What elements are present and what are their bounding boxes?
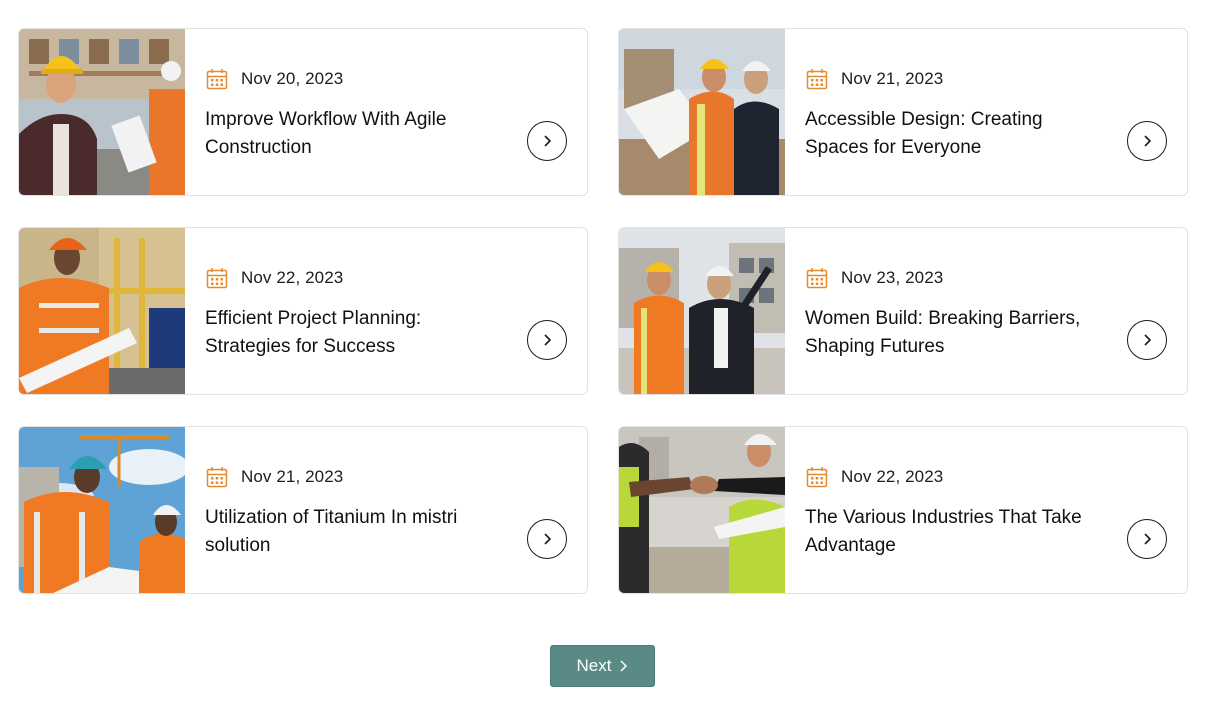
chevron-right-icon (1144, 334, 1152, 346)
blog-card-date: Nov 20, 2023 (241, 69, 344, 88)
blog-card-image[interactable] (19, 29, 185, 195)
calendar-icon (205, 67, 229, 91)
blog-card-title[interactable]: Women Build: Breaking Barriers, Shaping … (805, 305, 1085, 361)
chevron-right-icon (544, 334, 552, 346)
read-more-button[interactable] (1127, 320, 1167, 360)
blog-card[interactable]: Nov 21, 2023 Utilization of Titanium In … (18, 426, 588, 594)
blog-card[interactable]: Nov 21, 2023 Accessible Design: Creating… (618, 28, 1188, 196)
blog-card-title[interactable]: Efficient Project Planning: Strategies f… (205, 305, 485, 361)
blog-card-image[interactable] (19, 427, 185, 593)
calendar-icon (805, 465, 829, 489)
chevron-right-icon (544, 135, 552, 147)
blog-card[interactable]: Nov 20, 2023 Improve Workflow With Agile… (18, 28, 588, 196)
next-page-label: Next (576, 656, 612, 675)
calendar-icon (805, 67, 829, 91)
next-page-button[interactable]: Next (550, 645, 655, 687)
blog-card-title[interactable]: Accessible Design: Creating Spaces for E… (805, 106, 1085, 162)
read-more-button[interactable] (527, 320, 567, 360)
blog-card-title[interactable]: Improve Workflow With Agile Construction (205, 106, 485, 162)
blog-card-title[interactable]: Utilization of Titanium In mistri soluti… (205, 504, 485, 560)
blog-post-grid: Nov 20, 2023 Improve Workflow With Agile… (18, 28, 1188, 594)
blog-card-image[interactable] (619, 228, 785, 394)
blog-card-date: Nov 23, 2023 (841, 268, 944, 287)
calendar-icon (205, 465, 229, 489)
blog-card[interactable]: Nov 22, 2023 The Various Industries That… (618, 426, 1188, 594)
blog-card-title[interactable]: The Various Industries That Take Advanta… (805, 504, 1085, 560)
read-more-button[interactable] (1127, 519, 1167, 559)
blog-card[interactable]: Nov 23, 2023 Women Build: Breaking Barri… (618, 227, 1188, 395)
calendar-icon (805, 266, 829, 290)
blog-card-date: Nov 21, 2023 (241, 467, 344, 486)
chevron-right-icon (620, 660, 628, 672)
calendar-icon (205, 266, 229, 290)
blog-card-image[interactable] (19, 228, 185, 394)
blog-card[interactable]: Nov 22, 2023 Efficient Project Planning:… (18, 227, 588, 395)
blog-card-date: Nov 21, 2023 (841, 69, 944, 88)
read-more-button[interactable] (527, 519, 567, 559)
read-more-button[interactable] (527, 121, 567, 161)
chevron-right-icon (544, 533, 552, 545)
blog-card-date: Nov 22, 2023 (241, 268, 344, 287)
blog-card-date: Nov 22, 2023 (841, 467, 944, 486)
blog-card-image[interactable] (619, 29, 785, 195)
chevron-right-icon (1144, 135, 1152, 147)
blog-card-image[interactable] (619, 427, 785, 593)
chevron-right-icon (1144, 533, 1152, 545)
read-more-button[interactable] (1127, 121, 1167, 161)
